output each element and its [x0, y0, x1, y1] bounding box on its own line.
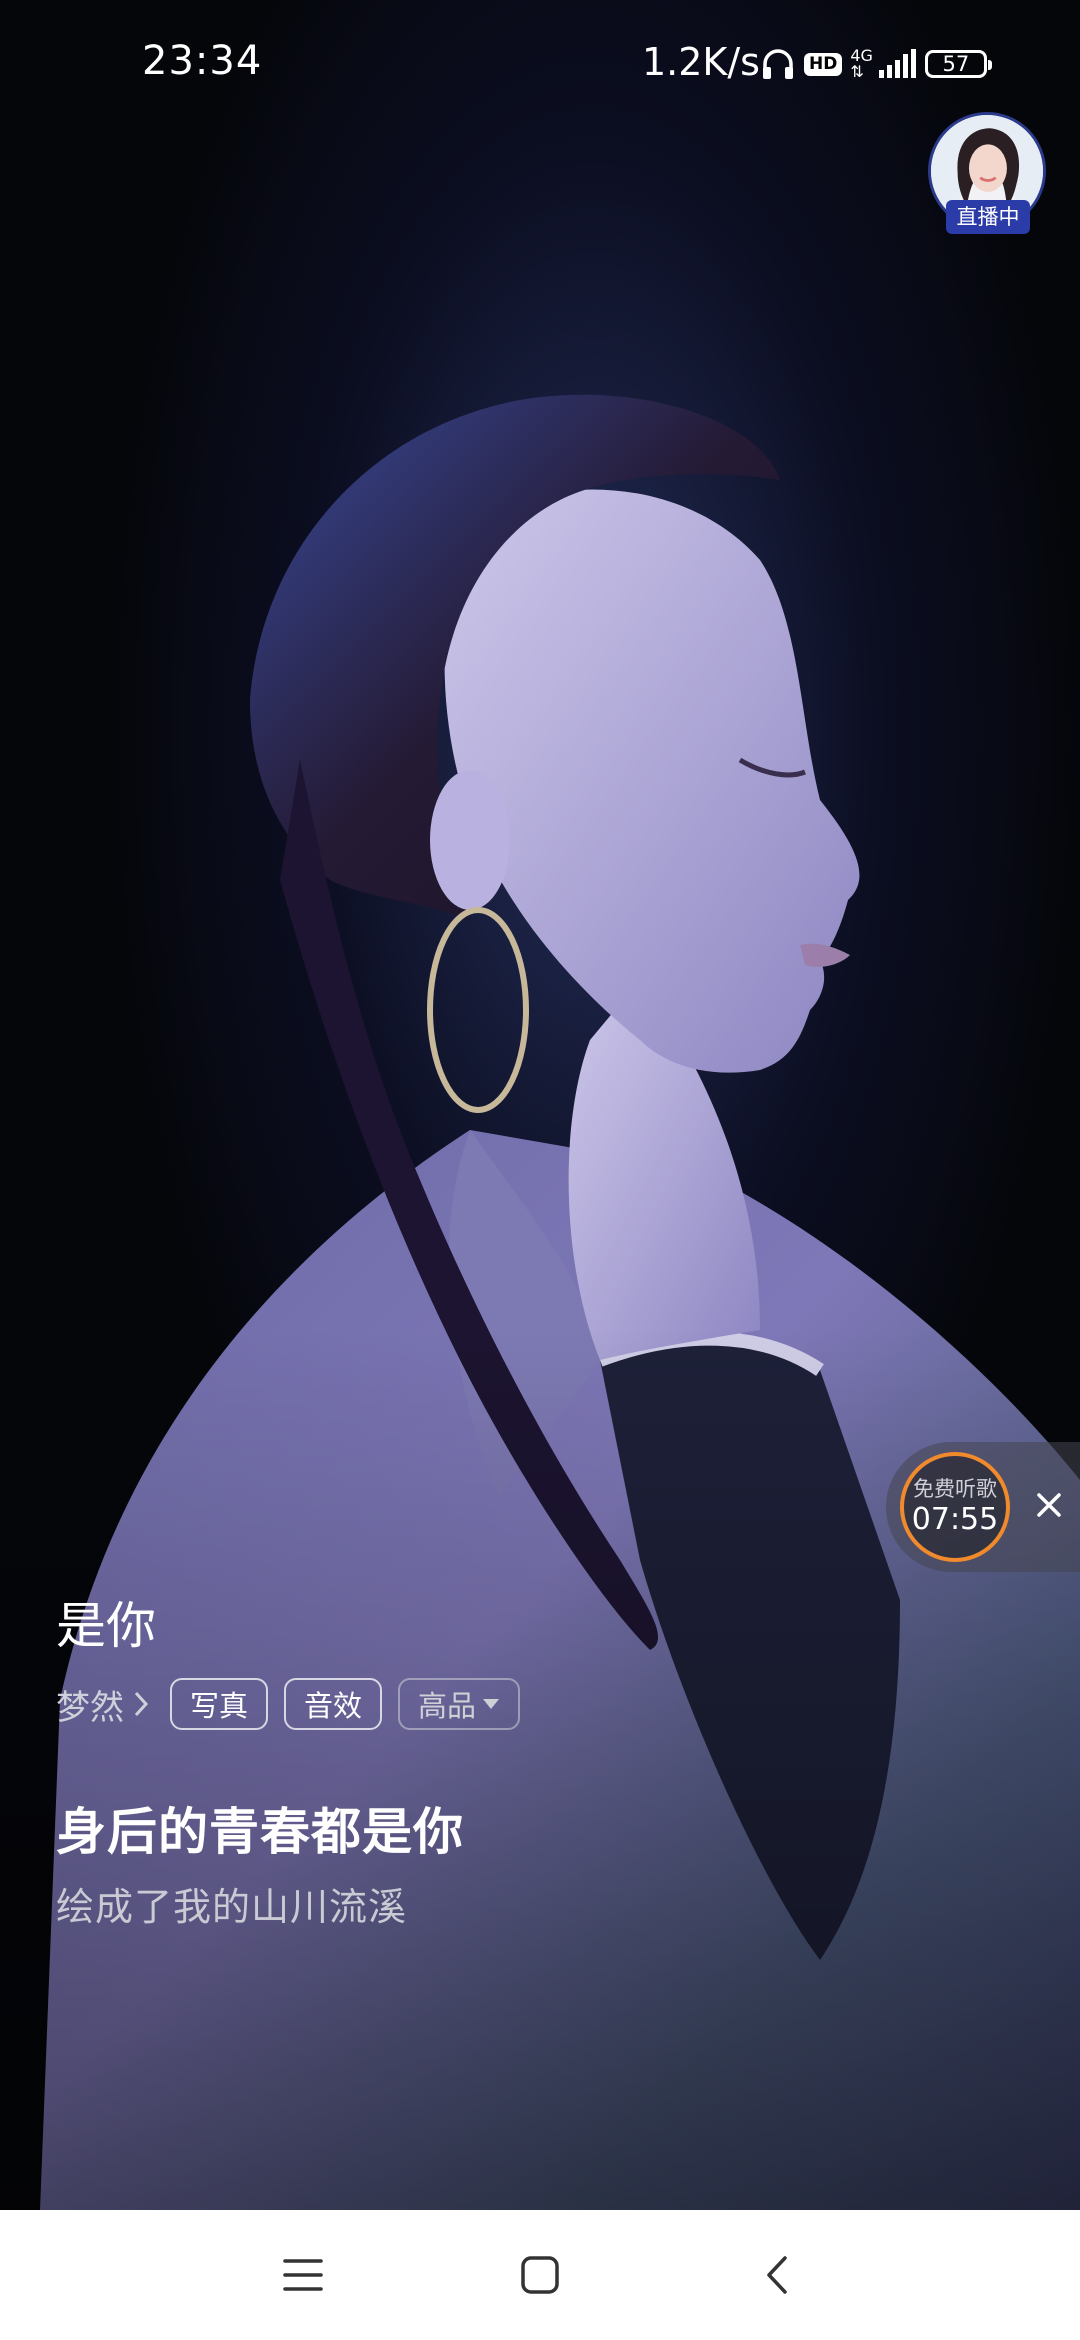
free-listen-widget[interactable]: 免费听歌 07:55: [886, 1442, 1080, 1572]
free-listen-label: 免费听歌: [913, 1477, 997, 1501]
quality-label: 高品: [418, 1689, 477, 1723]
signal-icon: [877, 48, 917, 80]
song-title: 是你: [56, 1597, 156, 1655]
close-icon[interactable]: [1026, 1482, 1072, 1528]
free-listen-timer[interactable]: 免费听歌 07:55: [900, 1452, 1010, 1562]
quality-tag-button[interactable]: 高品: [398, 1678, 521, 1730]
next-lyric[interactable]: 绘成了我的山川流溪: [56, 1876, 407, 1931]
artist-name: 梦然: [56, 1687, 124, 1728]
hd-badge: HD: [804, 52, 843, 76]
battery-indicator: 57: [924, 50, 992, 78]
status-bar: 23:34 1.2K/s HD 4G ⇅ 57: [0, 0, 1080, 130]
network-speed: 1.2K/s: [642, 40, 760, 84]
artist-link[interactable]: 梦然: [56, 1680, 150, 1729]
back-icon[interactable]: [742, 2240, 812, 2310]
free-listen-remaining: 07:55: [911, 1502, 999, 1537]
caret-down-icon: [482, 1698, 500, 1710]
network-type: 4G ⇅: [850, 48, 873, 80]
chevron-right-icon: [132, 1689, 150, 1719]
song-meta-row: 梦然 写真 音效 高品: [56, 1676, 521, 1732]
menu-icon[interactable]: [268, 2240, 338, 2310]
data-arrows-icon: ⇅: [850, 62, 864, 81]
battery-level: 57: [942, 52, 970, 76]
sound-effect-tag-button[interactable]: 音效: [284, 1678, 383, 1730]
status-icons: HD 4G ⇅ 57: [760, 44, 992, 84]
current-lyric[interactable]: 身后的青春都是你: [56, 1792, 464, 1864]
headphones-icon: [760, 46, 796, 82]
player-screen: 23:34 1.2K/s HD 4G ⇅ 57 直播中 免费听歌 07:55 是…: [0, 0, 1080, 2340]
status-time: 23:34: [142, 38, 263, 84]
home-icon[interactable]: [505, 2240, 575, 2310]
live-badge[interactable]: 直播中: [946, 200, 1030, 234]
photo-tag-button[interactable]: 写真: [170, 1678, 269, 1730]
system-nav-bar: [0, 2210, 1080, 2340]
